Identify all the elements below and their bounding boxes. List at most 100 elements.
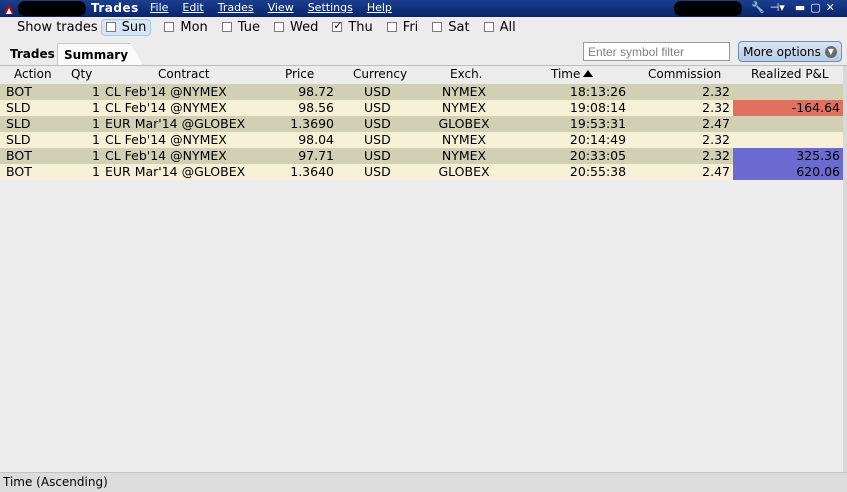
realized-pnl-cell — [733, 116, 843, 132]
checkbox-icon[interactable] — [164, 22, 175, 32]
price-cell: 1.3690 — [290, 116, 334, 131]
exch-cell: GLOBEX — [438, 164, 490, 179]
checkbox-icon[interactable] — [483, 22, 494, 32]
currency-cell: USD — [364, 84, 391, 99]
contract-cell: CL Feb'14 @NYMEX — [105, 84, 227, 99]
minimize-icon[interactable]: ▬ — [795, 1, 805, 14]
col-contract[interactable]: Contract — [158, 67, 210, 81]
exch-cell: GLOBEX — [438, 116, 490, 131]
col-currency[interactable]: Currency — [353, 67, 407, 81]
col-qty[interactable]: Qty — [71, 67, 92, 81]
checkbox-icon[interactable] — [386, 22, 397, 32]
checkbox-icon[interactable] — [432, 22, 443, 32]
menu-view[interactable]: View — [268, 1, 294, 14]
checkbox-icon[interactable] — [274, 22, 285, 32]
day-mon-checkbox[interactable]: Mon — [164, 20, 208, 35]
currency-cell: USD — [364, 116, 391, 131]
col-action[interactable]: Action — [14, 67, 52, 81]
day-label: Thu — [348, 19, 373, 35]
symbol-filter-input[interactable] — [583, 42, 730, 61]
day-sun-checkbox[interactable]: Sun — [101, 19, 151, 35]
col-price[interactable]: Price — [285, 67, 314, 81]
tab-trades[interactable]: Trades — [4, 43, 61, 65]
time-cell: 19:53:31 — [569, 116, 627, 131]
qty-cell: 1 — [92, 148, 100, 163]
qty-cell: 1 — [92, 132, 100, 147]
action-cell: BOT — [6, 84, 32, 99]
redacted-info — [674, 1, 742, 16]
more-options-label: More options — [743, 44, 821, 59]
checkbox-icon[interactable] — [105, 22, 116, 32]
day-wed-checkbox[interactable]: Wed — [274, 20, 318, 35]
menu-help[interactable]: Help — [367, 1, 392, 14]
scrollbar[interactable] — [843, 66, 847, 472]
col-commission[interactable]: Commission — [648, 67, 721, 81]
table-row[interactable]: BOT 1 CL Feb'14 @NYMEX 97.71 USD NYMEX 20:33:0… — [0, 148, 843, 164]
qty-cell: 1 — [92, 164, 100, 179]
table-row[interactable]: SLD 1 CL Feb'14 @NYMEX 98.56 USD NYMEX 19:08:1… — [0, 100, 843, 116]
wrench-icon[interactable]: 🔧 — [751, 1, 765, 14]
pin-icon[interactable]: ⊣▾ — [770, 1, 785, 14]
contract-cell: CL Feb'14 @NYMEX — [105, 132, 227, 147]
maximize-icon[interactable]: ▢ — [810, 1, 820, 14]
contract-cell: CL Feb'14 @NYMEX — [105, 100, 227, 115]
exch-cell: NYMEX — [441, 84, 487, 99]
time-cell: 19:08:14 — [569, 100, 627, 115]
close-icon[interactable]: ✕ — [826, 1, 835, 14]
time-cell: 20:55:38 — [569, 164, 627, 179]
menu-file[interactable]: File — [150, 1, 168, 14]
col-exch[interactable]: Exch. — [450, 67, 483, 81]
realized-pnl-cell: 620.06 — [733, 164, 843, 180]
commission-cell: 2.32 — [702, 132, 730, 147]
col-time[interactable]: Time — [551, 67, 594, 81]
contract-cell: CL Feb'14 @NYMEX — [105, 148, 227, 163]
menu-settings[interactable]: Settings — [308, 1, 353, 14]
table-row[interactable]: BOT 1 CL Feb'14 @NYMEX 98.72 USD NYMEX 18:13:2… — [0, 84, 843, 100]
day-label: Fri — [402, 19, 419, 35]
realized-pnl-cell — [733, 84, 843, 100]
window-title: Trades — [91, 1, 139, 15]
day-label: Sun — [121, 19, 147, 35]
tab-bar: Trades Summary More options ▼ — [0, 39, 847, 66]
table-empty-area — [0, 180, 843, 472]
table-row[interactable]: BOT 1 EUR Mar'14 @GLOBEX 1.3640 USD GLOBEX 20:… — [0, 164, 843, 180]
commission-cell: 2.32 — [702, 84, 730, 99]
menu-edit[interactable]: Edit — [182, 1, 203, 14]
currency-cell: USD — [364, 100, 391, 115]
title-bar: Trades File Edit Trades View Settings He… — [0, 0, 847, 17]
menu-bar: File Edit Trades View Settings Help — [150, 1, 406, 14]
action-cell: SLD — [6, 100, 31, 115]
sort-ascending-icon — [583, 70, 594, 77]
commission-cell: 2.32 — [702, 148, 730, 163]
more-options-button[interactable]: More options ▼ — [738, 41, 842, 62]
exch-cell: NYMEX — [441, 148, 487, 163]
day-label: Sat — [448, 19, 470, 35]
time-cell: 20:14:49 — [569, 132, 627, 147]
day-fri-checkbox[interactable]: Fri — [386, 19, 419, 35]
status-text: Time (Ascending) — [3, 475, 108, 489]
realized-pnl-cell — [733, 132, 843, 148]
checkbox-icon[interactable] — [221, 22, 232, 32]
menu-trades[interactable]: Trades — [218, 1, 254, 14]
currency-cell: USD — [364, 164, 391, 179]
show-trades-bar: Show trades Sun Mon Tue Wed Thu Fri Sat … — [0, 17, 847, 37]
table-row[interactable]: SLD 1 EUR Mar'14 @GLOBEX 1.3690 USD GLOBEX 19:… — [0, 116, 843, 132]
day-all-checkbox[interactable]: All — [483, 19, 516, 35]
price-cell: 98.56 — [298, 100, 334, 115]
time-cell: 20:33:05 — [569, 148, 627, 163]
day-label: All — [499, 19, 516, 35]
tab-summary[interactable]: Summary — [57, 43, 144, 65]
day-thu-checkbox[interactable]: Thu — [332, 19, 373, 35]
checkbox-checked-icon[interactable] — [332, 19, 343, 32]
currency-cell: USD — [364, 132, 391, 147]
realized-pnl-cell: 325.36 — [733, 148, 843, 164]
col-realized-pnl[interactable]: Realized P&L — [751, 67, 829, 81]
day-tue-checkbox[interactable]: Tue — [221, 20, 260, 35]
show-trades-label: Show trades — [17, 19, 98, 35]
realized-pnl-cell: -164.64 — [733, 100, 843, 116]
table-row[interactable]: SLD 1 CL Feb'14 @NYMEX 98.04 USD NYMEX 20:14:4… — [0, 132, 843, 148]
action-cell: BOT — [6, 164, 32, 179]
qty-cell: 1 — [92, 84, 100, 99]
currency-cell: USD — [364, 148, 391, 163]
day-sat-checkbox[interactable]: Sat — [432, 19, 470, 35]
